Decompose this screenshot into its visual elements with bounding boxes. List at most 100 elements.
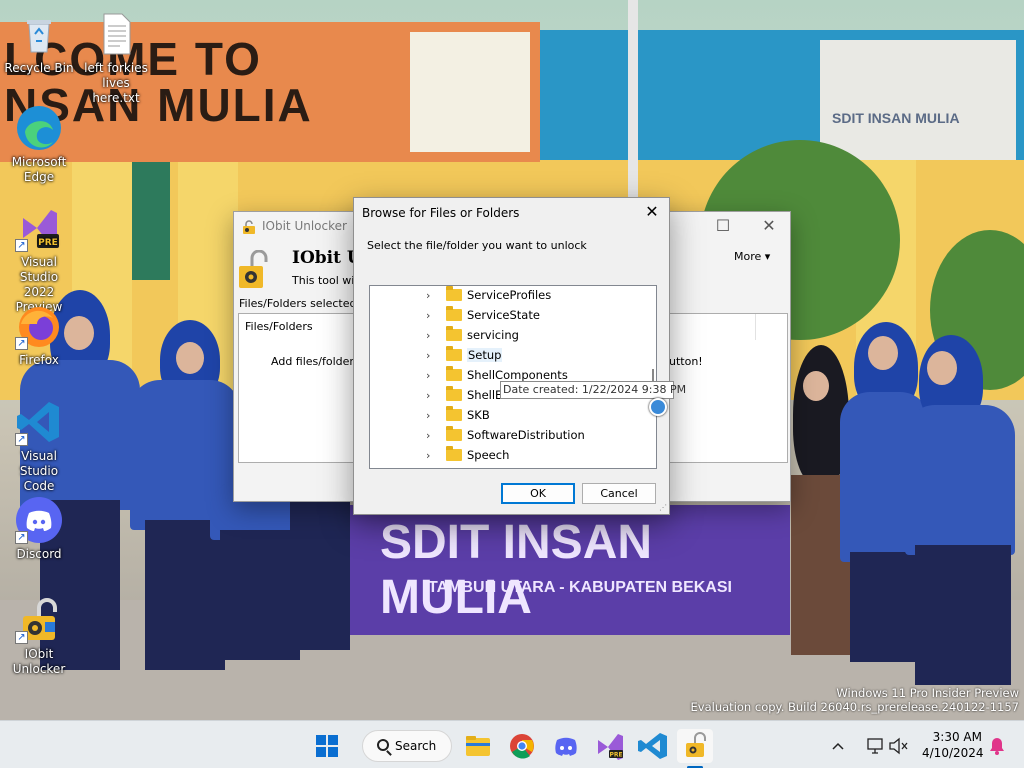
- clock-time: 3:30 AM: [932, 730, 982, 744]
- busy-cursor-icon: [649, 398, 667, 416]
- tree-item[interactable]: › servicing: [426, 326, 636, 346]
- shortcut-arrow-icon: ↗: [15, 631, 28, 644]
- svg-text:PRE: PRE: [38, 238, 58, 248]
- chevron-right-icon[interactable]: ›: [426, 449, 436, 462]
- taskbar-chrome[interactable]: [504, 729, 540, 763]
- folder-icon: [446, 326, 462, 341]
- shortcut-arrow-icon: ↗: [15, 433, 28, 446]
- network-icon: [867, 738, 883, 754]
- more-label: More: [734, 250, 762, 263]
- tree-item[interactable]: › ServiceState: [426, 306, 636, 326]
- maximize-button[interactable]: ☐: [700, 212, 746, 242]
- column-header-files-folders[interactable]: Files/Folders: [245, 320, 313, 333]
- iobit-unlocker-icon: [686, 732, 706, 757]
- text-file-icon: [92, 10, 140, 58]
- more-menu-button[interactable]: More ▾: [734, 250, 770, 263]
- network-volume-button[interactable]: [862, 729, 914, 763]
- tree-item-label: ServiceProfiles: [467, 288, 552, 302]
- folder-icon: [446, 366, 462, 381]
- desktop-icon-label: Visual Studio Code: [19, 449, 59, 493]
- wallpaper-banner: SDIT INSAN MULIA TAMBUN UTARA - KABUPATE…: [350, 505, 790, 635]
- desktop-icon-discord[interactable]: ↗ Discord: [1, 496, 77, 562]
- cancel-button[interactable]: Cancel: [582, 483, 656, 504]
- windows-watermark: Windows 11 Pro Insider Preview Evaluatio…: [691, 686, 1019, 714]
- desktop-icon-visual-studio[interactable]: PRE ↗ Visual Studio 2022 Preview: [1, 204, 77, 315]
- taskbar-discord[interactable]: [548, 729, 584, 763]
- desktop-icon-recycle-bin[interactable]: Recycle Bin: [1, 10, 77, 76]
- browse-dialog: Browse for Files or Folders ✕ Select the…: [353, 197, 670, 515]
- visual-studio-icon: PRE: [598, 734, 623, 760]
- clock[interactable]: 3:30 AM 4/10/2024: [922, 729, 984, 761]
- tree-item[interactable]: › SoftwareDistribution: [426, 426, 636, 446]
- taskbar: Search PRE 3:30 AM 4/10/2024: [0, 720, 1024, 768]
- iobit-unlocker-icon: [242, 220, 256, 234]
- wallpaper-person: [290, 500, 350, 660]
- watermark-edition: Windows 11 Pro Insider Preview: [836, 686, 1019, 700]
- desktop-icon-label: Discord: [16, 547, 62, 561]
- search-label: Search: [395, 739, 437, 753]
- chevron-right-icon[interactable]: ›: [426, 289, 436, 302]
- visual-studio-icon: PRE ↗: [15, 204, 63, 252]
- tree-item-label: servicing: [467, 328, 519, 342]
- desktop-icon-firefox[interactable]: ↗ Firefox: [1, 302, 77, 368]
- chevron-right-icon[interactable]: ›: [426, 369, 436, 382]
- folder-tree[interactable]: › ServiceProfiles › ServiceState › servicin…: [369, 285, 657, 469]
- files-selected-label: Files/Folders selected: [239, 297, 357, 310]
- ok-button[interactable]: OK: [501, 483, 575, 504]
- tree-item[interactable]: › Speech: [426, 446, 636, 466]
- taskbar-search[interactable]: Search: [362, 730, 452, 762]
- desktop-icon-label: IObit Unlocker: [12, 647, 66, 676]
- shortcut-arrow-icon: ↗: [15, 239, 28, 252]
- chevron-right-icon[interactable]: ›: [426, 309, 436, 322]
- folder-icon: [446, 446, 462, 461]
- chevron-right-icon[interactable]: ›: [426, 349, 436, 362]
- taskbar-visual-studio[interactable]: PRE: [592, 729, 628, 763]
- iobit-lock-icon: [238, 249, 268, 290]
- notification-bell-icon: [990, 738, 1004, 755]
- folder-icon: [446, 286, 462, 301]
- tree-item-label: Speech: [467, 448, 510, 462]
- chevron-right-icon[interactable]: ›: [426, 409, 436, 422]
- wallpaper-flag-pole: [628, 0, 638, 200]
- volume-muted-icon: [889, 737, 908, 755]
- dialog-close-button[interactable]: ✕: [639, 200, 665, 224]
- desktop-icon-label: Recycle Bin: [4, 61, 74, 75]
- desktop-icon-vscode[interactable]: ↗ Visual Studio Code: [1, 398, 77, 494]
- folder-icon: [446, 386, 462, 401]
- resize-grip-icon[interactable]: ⋰: [659, 504, 667, 512]
- wallpaper-person: [905, 335, 1024, 685]
- taskbar-file-explorer[interactable]: [460, 729, 496, 763]
- desktop-icon-edge[interactable]: Microsoft Edge: [1, 104, 77, 185]
- folder-icon: [446, 306, 462, 321]
- chevron-right-icon[interactable]: ›: [426, 389, 436, 402]
- taskbar-vscode[interactable]: [636, 729, 672, 763]
- start-button[interactable]: [309, 729, 345, 763]
- tree-item-label: ShellComponents: [467, 368, 568, 382]
- vscode-icon: [638, 733, 667, 759]
- discord-icon: ↗: [15, 496, 63, 544]
- discord-icon: [555, 737, 577, 756]
- chevron-right-icon[interactable]: ›: [426, 329, 436, 342]
- tree-item-label: Setup: [467, 348, 503, 362]
- folder-icon: [446, 406, 462, 421]
- shortcut-arrow-icon: ↗: [15, 531, 28, 544]
- wallpaper-school-board: SDIT INSAN MULIA: [820, 40, 1016, 160]
- tree-item[interactable]: › ServiceProfiles: [426, 286, 636, 306]
- dialog-prompt: Select the file/folder you want to unloc…: [367, 239, 587, 252]
- notifications-button[interactable]: [984, 729, 1010, 763]
- wallpaper-banner-title: SDIT INSAN MULIA: [380, 516, 653, 624]
- watermark-build: Evaluation copy. Build 26040.rs_prerelea…: [690, 700, 1019, 714]
- chevron-right-icon[interactable]: ›: [426, 429, 436, 442]
- desktop-icon-text-file[interactable]: left forkies lives here.txt: [78, 10, 154, 106]
- window-title: IObit Unlocker: [262, 219, 347, 233]
- close-button[interactable]: ✕: [746, 212, 792, 242]
- show-hidden-icons-button[interactable]: [826, 729, 850, 763]
- clock-date: 4/10/2024: [922, 746, 984, 760]
- tree-item-selected[interactable]: › Setup: [426, 346, 636, 366]
- tree-item[interactable]: › SKB: [426, 406, 636, 426]
- tree-item-label: ServiceState: [467, 308, 540, 322]
- taskbar-iobit-unlocker[interactable]: [677, 729, 713, 763]
- edge-icon: [15, 104, 63, 152]
- desktop-icon-iobit-unlocker[interactable]: ↗ IObit Unlocker: [1, 596, 77, 677]
- iobit-unlocker-icon: ↗: [15, 596, 63, 644]
